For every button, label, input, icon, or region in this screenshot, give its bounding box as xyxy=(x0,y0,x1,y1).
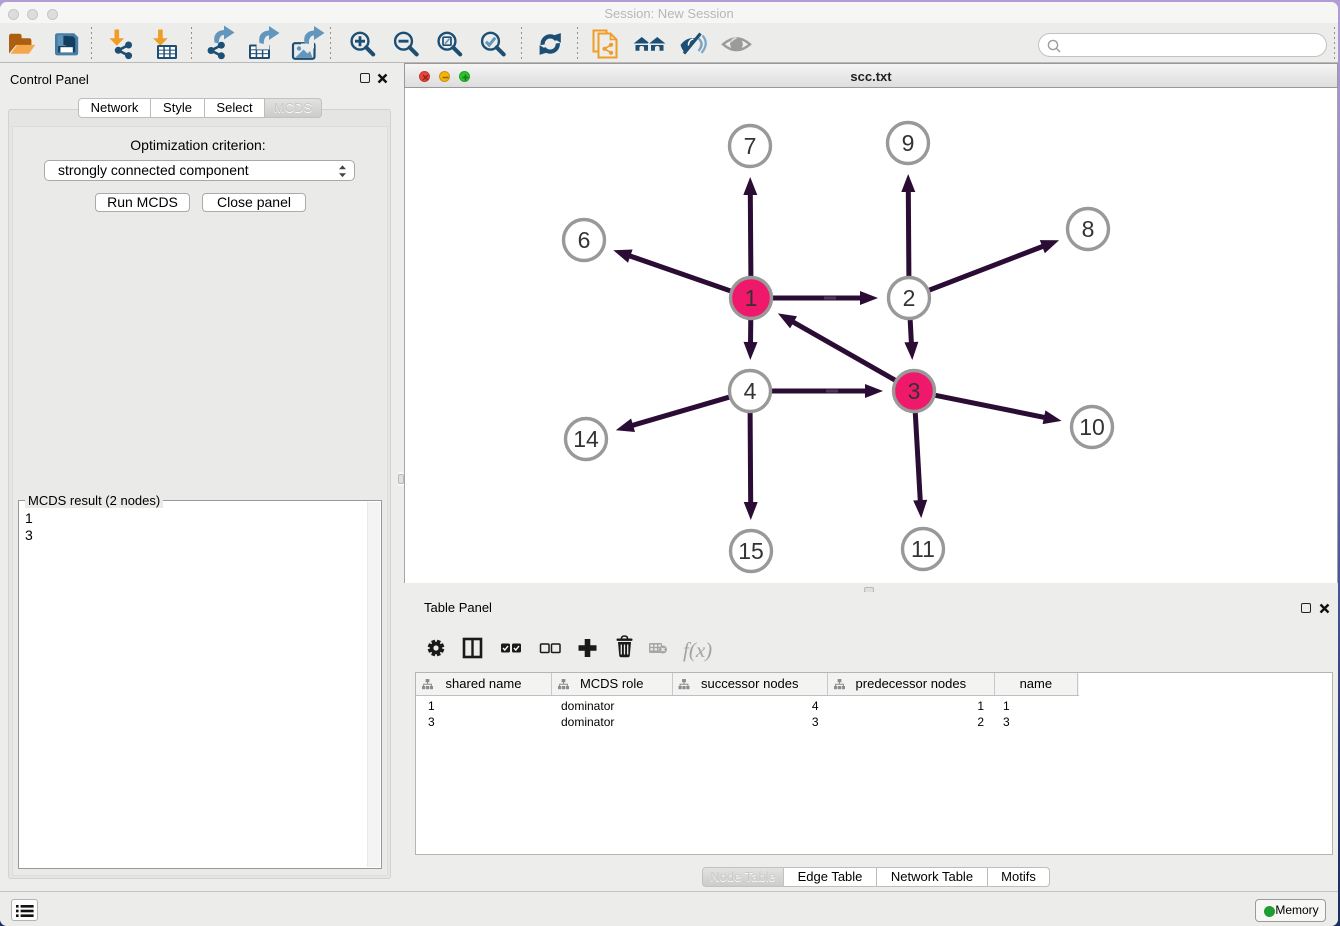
svg-text:14: 14 xyxy=(573,426,599,452)
svg-text:1: 1 xyxy=(745,285,758,311)
svg-text:2: 2 xyxy=(903,285,916,311)
svg-text:4: 4 xyxy=(744,378,757,404)
svg-text:15: 15 xyxy=(738,538,764,564)
svg-text:7: 7 xyxy=(744,133,757,159)
svg-text:6: 6 xyxy=(578,227,591,253)
svg-text:8: 8 xyxy=(1082,216,1095,242)
svg-text:10: 10 xyxy=(1079,414,1105,440)
svg-text:9: 9 xyxy=(902,130,915,156)
svg-text:3: 3 xyxy=(908,378,921,404)
svg-text:11: 11 xyxy=(911,536,935,562)
